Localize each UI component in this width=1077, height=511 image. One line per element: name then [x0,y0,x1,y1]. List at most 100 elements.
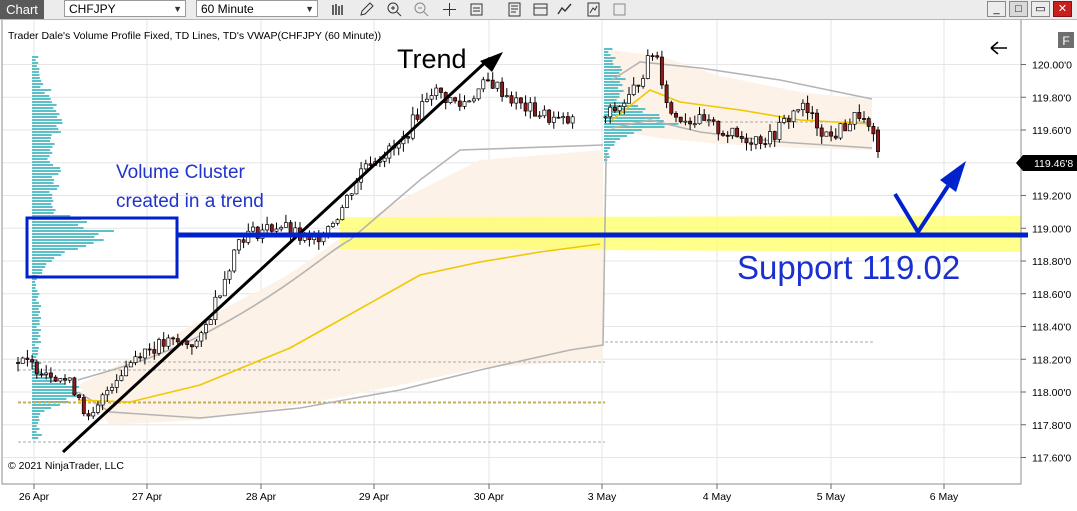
candle-down [189,344,194,348]
y-tick-label: 119.20'0 [1032,191,1071,203]
f-button[interactable]: F [1058,32,1074,48]
candle-down [815,112,819,129]
support-label: Support 119.02 [737,249,960,286]
candle-up [124,366,129,377]
candle-down [138,356,143,359]
profile-bar [32,335,41,337]
profile-bar [32,176,52,178]
candle-up [467,100,472,103]
profile-bar [32,143,55,145]
candle-up [232,249,237,272]
profile-bar [32,236,95,238]
candle-down [241,239,246,243]
profile-bar [32,341,42,343]
candle-down [533,102,537,117]
candle-down [725,134,730,137]
price-chart[interactable]: Trader Dale's Volume Profile Fixed, TD L… [0,20,1077,506]
profile-bar [32,419,40,421]
profile-bar [32,107,54,109]
candle-up [142,348,147,359]
properties-icon[interactable] [468,1,485,18]
candle-down [500,81,505,97]
profile-bar [604,99,617,101]
candle-up [730,127,735,136]
candle-down [786,118,791,123]
bars-type-icon[interactable] [330,1,347,18]
y-tick-label: 118.00'0 [1032,387,1071,399]
zoom-out-icon[interactable] [413,1,430,18]
profile-bar [32,389,73,391]
profile-bar [32,74,40,76]
candle-up [349,193,354,196]
profile-bar [604,141,616,143]
candle-up [340,207,345,221]
candle-up [363,163,368,170]
chart-header: Trader Dale's Volume Profile Fixed, TD L… [8,30,381,42]
profile-bar [32,194,53,196]
candle-down [453,97,458,102]
profile-bar [32,224,79,226]
profile-bar [604,72,620,74]
profile-bar [32,290,38,292]
instrument-value: CHFJPY [69,2,116,16]
profile-bar [32,95,50,97]
chart-panel[interactable]: Trader Dale's Volume Profile Fixed, TD L… [0,20,1077,506]
x-tick-label: 4 May [703,491,732,503]
x-tick-label: 5 May [817,491,846,503]
interval-selector[interactable]: 60 Minute ▼ [196,0,318,17]
profile-bar [32,326,37,328]
x-tick-label: 30 Apr [474,491,505,503]
maximize-button[interactable]: □ [1009,1,1028,17]
data-box-icon[interactable] [532,1,549,18]
y-tick-label: 119.60'0 [1032,125,1071,137]
templates-icon[interactable] [506,1,523,18]
minimize-button[interactable]: _ [987,1,1006,17]
candle-down [716,120,721,134]
profile-bar [32,140,51,142]
profile-bar [32,383,66,385]
profile-bar [604,81,620,83]
zoom-in-icon[interactable] [386,1,403,18]
chart-toolbar: Chart CHFJPY ▼ 60 Minute ▼ _ □ ▭ ✕ [0,0,1077,20]
profile-bar [32,308,39,310]
profile-bar [32,386,80,388]
profile-bar [32,137,51,139]
strategies-icon[interactable] [556,1,573,18]
profile-bar [32,425,37,427]
candle-down [556,116,561,119]
crosshair-icon[interactable] [441,1,458,18]
candle-up [236,239,241,251]
candle-up [330,222,335,227]
candle-down [509,95,514,104]
drawing-pencil-icon[interactable] [358,1,375,18]
more-options-icon[interactable] [611,1,628,18]
chart-tab[interactable]: Chart [0,0,44,19]
profile-bar [32,257,55,259]
candle-up [204,324,208,334]
indicators-icon[interactable] [585,1,602,18]
candle-down [439,87,443,93]
restore-button[interactable]: ▭ [1031,1,1050,17]
profile-bar [32,248,78,250]
candle-down [406,136,411,139]
close-button[interactable]: ✕ [1053,1,1072,17]
profile-bar [32,119,62,121]
candle-up [44,372,49,375]
profile-bar [32,200,54,202]
candle-up [603,116,608,119]
y-tick-label: 118.80'0 [1032,256,1071,268]
candle-down [152,349,157,354]
candle-up [199,332,204,342]
candle-up [570,116,575,124]
instrument-selector[interactable]: CHFJPY ▼ [64,0,186,17]
candle-up [791,110,796,123]
profile-bar [32,329,42,331]
x-tick-label: 27 Apr [132,491,163,503]
candle-down [490,79,495,89]
profile-bar [32,251,65,253]
candle-down [763,143,768,145]
profile-bar [32,185,60,187]
profile-bar [32,125,57,127]
profile-bar [604,96,620,98]
candle-down [833,135,838,139]
